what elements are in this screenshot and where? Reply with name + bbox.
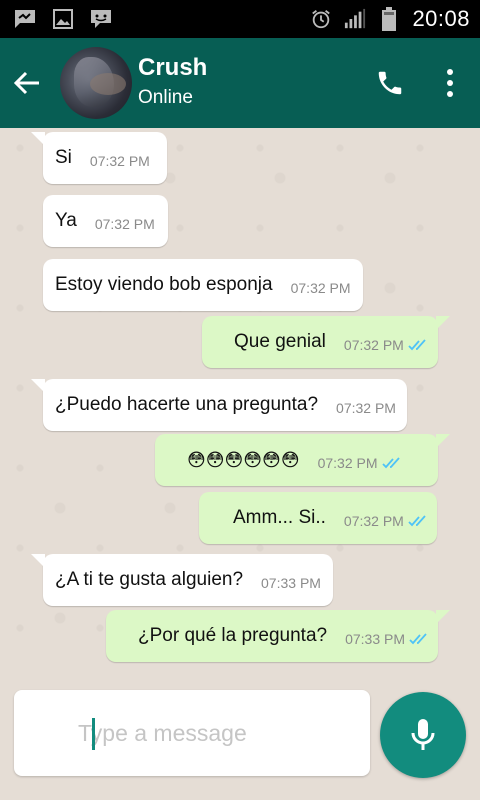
message-text: Que genial — [234, 331, 326, 352]
message-time: 07:32 PM — [343, 513, 404, 529]
status-time: 20:08 — [412, 6, 470, 31]
read-ticks-icon — [409, 633, 429, 645]
message-time: 07:32 PM — [343, 337, 404, 353]
bbm-notification-icon — [90, 8, 112, 30]
message-bubble-outgoing[interactable]: Que genial 07:32 PM — [202, 316, 450, 368]
chat-header: Crush Online — [0, 38, 480, 128]
message-time: 07:32 PM — [290, 280, 351, 296]
message-notification-icon — [14, 8, 36, 30]
message-text: 😳😳😳😳😳😳 — [187, 449, 300, 470]
phone-icon — [378, 71, 402, 95]
message-composer — [14, 690, 370, 776]
message-bubble-incoming[interactable]: ¿Puedo hacerte una pregunta? 07:32 PM — [31, 379, 407, 431]
back-button[interactable] — [0, 38, 54, 128]
read-ticks-icon — [381, 457, 402, 469]
message-bubble-outgoing[interactable]: 😳😳😳😳😳😳 07:32 PM — [155, 434, 450, 486]
more-vert-icon — [447, 69, 453, 97]
message-text: Si — [55, 147, 72, 168]
message-text: ¿A ti te gusta alguien? — [55, 569, 244, 590]
call-button[interactable] — [360, 38, 420, 128]
contact-name: Crush — [138, 54, 208, 81]
message-time: 07:32 PM — [317, 455, 378, 471]
message-text: ¿Puedo hacerte una pregunta? — [55, 394, 319, 415]
message-bubble-incoming[interactable]: Ya 07:32 PM — [43, 195, 168, 247]
read-ticks-icon — [408, 515, 428, 527]
message-bubble-incoming[interactable]: ¿A ti te gusta alguien? 07:33 PM — [31, 554, 333, 606]
back-arrow-icon — [13, 71, 39, 95]
message-bubble-incoming[interactable]: Estoy viendo bob esponja 07:32 PM — [43, 259, 363, 311]
message-bubble-incoming[interactable]: Si 07:32 PM — [31, 132, 167, 184]
message-bubble-outgoing[interactable]: Amm... Si.. 07:32 PM — [199, 492, 437, 544]
message-text: Estoy viendo bob esponja — [55, 274, 273, 295]
avatar[interactable] — [60, 47, 132, 119]
bubble-tail — [436, 316, 450, 330]
contact-info[interactable]: Crush Online — [138, 54, 360, 112]
bubble-tail — [31, 379, 45, 393]
read-ticks-icon — [408, 339, 428, 351]
image-notification-icon — [52, 8, 74, 30]
message-text: Amm... Si.. — [233, 507, 326, 528]
chat-area[interactable]: Si 07:32 PM Ya 07:32 PM Estoy viendo bob… — [0, 128, 480, 688]
voice-record-button[interactable] — [380, 692, 466, 778]
alarm-icon — [310, 8, 332, 30]
signal-icon — [344, 8, 366, 30]
bubble-tail — [31, 132, 45, 146]
microphone-icon — [411, 719, 435, 750]
text-cursor — [92, 718, 95, 750]
message-time: 07:33 PM — [261, 575, 321, 591]
message-text: ¿Por qué la pregunta? — [138, 625, 328, 646]
message-time: 07:33 PM — [345, 631, 406, 647]
status-bar: 20:08 — [0, 0, 480, 38]
message-time: 07:32 PM — [336, 400, 396, 416]
bubble-tail — [31, 554, 45, 568]
bubble-tail — [436, 434, 450, 448]
message-time: 07:32 PM — [89, 153, 150, 169]
battery-icon — [378, 7, 400, 31]
contact-status: Online — [138, 87, 193, 108]
message-text: Ya — [55, 210, 77, 231]
bubble-tail — [436, 610, 450, 624]
menu-button[interactable] — [420, 38, 480, 128]
message-time: 07:32 PM — [94, 216, 155, 232]
message-input[interactable] — [78, 719, 348, 747]
message-bubble-outgoing[interactable]: ¿Por qué la pregunta? 07:33 PM — [106, 610, 450, 662]
